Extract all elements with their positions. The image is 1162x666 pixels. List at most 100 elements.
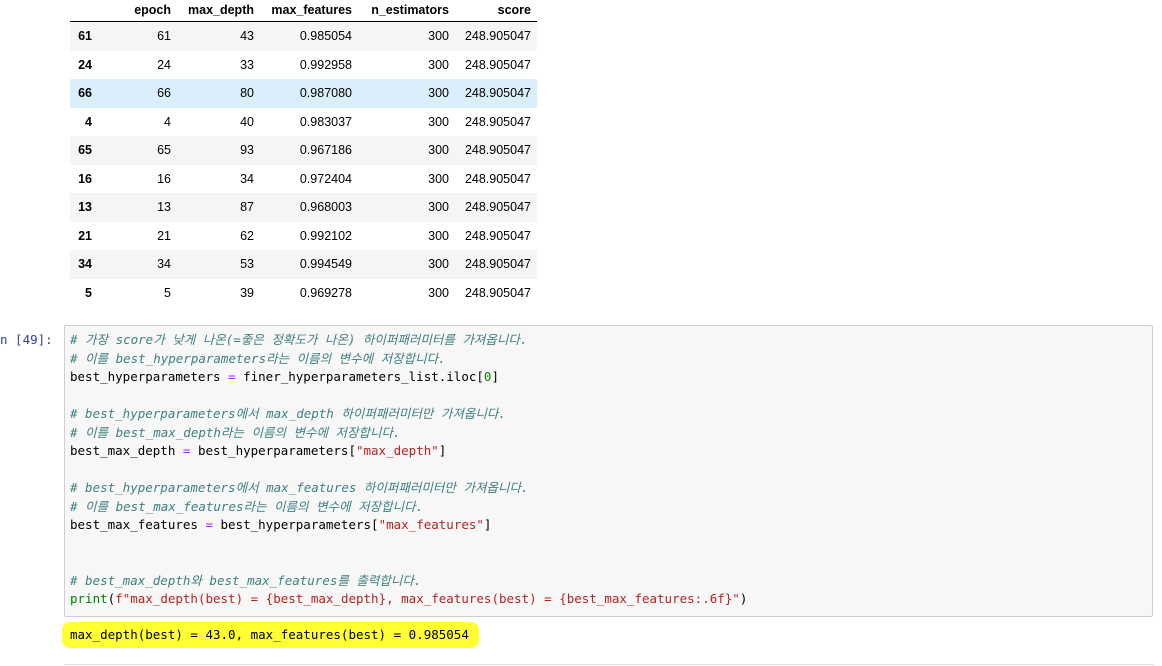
code-token: best_hyperparameters[ [220,517,379,532]
cell-max-depth: 80 [240,86,254,101]
table-row: 66 66 80 0.987080 300 248.905047 [70,79,537,108]
cell-max-depth: 87 [240,200,254,215]
table-row: 24 24 33 0.992958 300 248.905047 [70,51,537,80]
code-comment: # 이를 best_hyperparameters라는 이름의 변수에 저장합니… [70,350,446,366]
cell-score: 248.905047 [464,228,531,243]
code-line: # 이를 best_max_features라는 이름의 변수에 저장합니다. [70,498,747,517]
code-line: # best_hyperparameters에서 max_features 하이… [70,479,747,498]
code-comment: # best_max_depth와 best_max_features를 출력합… [70,572,422,588]
cell-max-features: 0.985054 [299,29,352,44]
cell-max-depth: 53 [240,257,254,272]
code-content[interactable]: # 가장 score가 낮게 나온(=좋은 정확도가 나온) 하이퍼패러미터를 … [70,331,747,609]
code-comment: # best_hyperparameters에서 max_depth 하이퍼패러… [70,406,506,421]
cell-n-estimators: 300 [428,228,449,243]
code-line: # 이를 best_max_depth라는 이름의 변수에 저장합니다. [70,424,747,443]
cell-max-features: 0.987080 [299,86,352,101]
code-string: f"max_depth(best) = {best_max_depth}, ma… [115,591,740,606]
code-line: # best_hyperparameters에서 max_depth 하이퍼패러… [70,405,747,424]
row-index: 61 [78,29,92,44]
cell-epoch: 21 [157,228,171,243]
cell-epoch: 61 [157,29,171,44]
cell-epoch: 24 [157,57,171,72]
table-header: epoch max_depth max_features n_estimator… [70,0,537,22]
table-row: 61 61 43 0.985054 300 248.905047 [70,21,537,51]
code-token: ] [483,517,492,532]
cell-prompt: n [49]: [0,332,53,347]
code-line: best_hyperparameters = finer_hyperparame… [70,368,747,387]
cell-n-estimators: 300 [428,57,449,72]
cell-max-features: 0.969278 [299,285,352,300]
row-index: 66 [78,86,92,101]
cell-max-features: 0.994549 [299,257,352,272]
cell-score: 248.905047 [464,114,531,129]
cell-max-features: 0.992102 [299,228,352,243]
code-token: ] [491,369,499,384]
table-row: 13 13 87 0.968003 300 248.905047 [70,193,537,222]
table-row: 16 16 34 0.972404 300 248.905047 [70,165,537,194]
code-operator: = [220,369,244,384]
row-index: 5 [85,285,92,300]
cell-n-estimators: 300 [428,257,449,272]
row-index: 65 [78,143,92,158]
cell-max-depth: 40 [240,114,254,129]
row-index: 21 [78,228,92,243]
code-line: # best_max_depth와 best_max_features를 출력합… [70,572,747,591]
cell-n-estimators: 300 [428,200,449,215]
code-token: ] [438,443,447,458]
code-comment: # 이를 best_max_features라는 이름의 변수에 저장합니다. [70,498,424,514]
code-comment: # best_hyperparameters에서 max_features 하이… [70,480,529,495]
cell-n-estimators: 300 [428,143,449,158]
column-header-max-features: max_features [260,0,358,22]
cell-epoch: 5 [164,285,171,300]
cell-epoch: 13 [157,200,171,215]
code-token: best_max_features [70,517,198,532]
cell-score: 248.905047 [464,200,531,215]
code-line: best_max_features = best_hyperparameters… [70,516,747,535]
cell-max-depth: 62 [240,228,254,243]
dataframe-table: epoch max_depth max_features n_estimator… [70,0,537,307]
cell-score: 248.905047 [464,57,531,72]
cell-max-depth: 39 [240,285,254,300]
cell-max-depth: 93 [240,143,254,158]
cell-n-estimators: 300 [428,114,449,129]
cell-epoch: 16 [157,171,171,186]
row-index: 34 [78,257,92,272]
index-header [70,0,98,22]
code-comment: # 이를 best_max_depth라는 이름의 변수에 저장합니다. [70,424,401,440]
cell-max-depth: 34 [240,171,254,186]
code-token: best_max_depth [70,443,176,458]
cell-score: 248.905047 [464,86,531,101]
code-line: # 이를 best_hyperparameters라는 이름의 변수에 저장합니… [70,350,747,369]
code-token: finer_hyperparameters_list.iloc[ [243,369,484,384]
cell-score: 248.905047 [464,171,531,186]
cell-max-features: 0.968003 [299,200,352,215]
code-builtin: print [70,591,108,606]
code-string: "max_features" [378,517,484,532]
cell-max-depth: 43 [240,29,254,44]
code-token: best_hyperparameters[ [197,443,356,458]
cell-divider [64,664,1154,665]
code-comment: # 가장 score가 낮게 나온(=좋은 정확도가 나온) 하이퍼패러미터를 … [70,332,528,347]
row-index: 13 [78,200,92,215]
row-index: 4 [85,114,92,129]
cell-max-features: 0.992958 [299,57,352,72]
cell-score: 248.905047 [464,257,531,272]
column-header-n-estimators: n_estimators [358,0,455,22]
column-header-score: score [455,0,537,22]
row-index: 24 [78,57,92,72]
code-token: ) [739,591,748,606]
table-row: 5 5 39 0.969278 300 248.905047 [70,279,537,308]
row-index: 16 [78,171,92,186]
table-body: 61 61 43 0.985054 300 248.905047 24 24 33 0.99295… [70,21,537,308]
column-header-epoch: epoch [98,0,177,22]
cell-score: 248.905047 [464,143,531,158]
cell-max-features: 0.972404 [299,171,352,186]
table-row: 34 34 53 0.994549 300 248.905047 [70,250,537,279]
code-operator: = [197,517,221,532]
cell-n-estimators: 300 [428,171,449,186]
column-header-max-depth: max_depth [177,0,260,22]
code-token: best_hyperparameters [70,369,221,384]
